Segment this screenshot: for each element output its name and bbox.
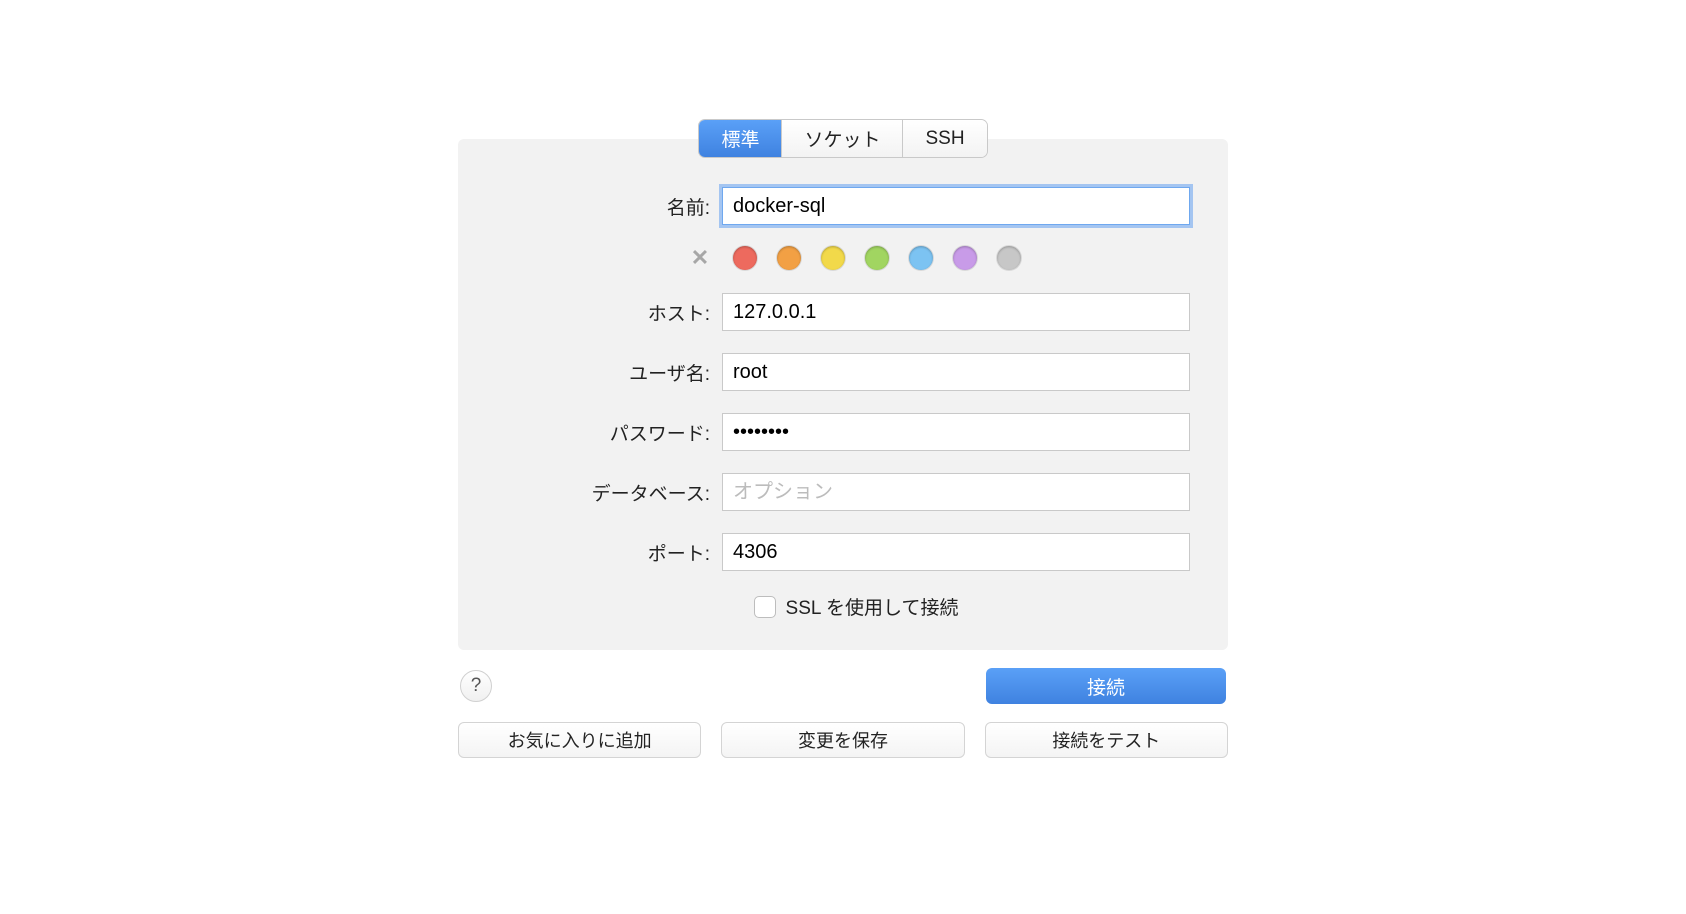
ssl-checkbox[interactable] [754,596,776,618]
segmented-control: 標準 ソケット SSH [699,120,986,157]
footer-secondary: お気に入りに追加 変更を保存 接続をテスト [458,722,1228,758]
port-row: ポート: [496,533,1190,571]
tab-ssh[interactable]: SSH [903,120,986,157]
connection-dialog: 標準 ソケット SSH 名前: ✕ ホスト: ユーザ名: [458,120,1228,758]
test-connection-button[interactable]: 接続をテスト [985,722,1228,758]
save-changes-button[interactable]: 変更を保存 [721,722,964,758]
color-yellow[interactable] [821,246,845,270]
database-row: データベース: [496,473,1190,511]
connect-button[interactable]: 接続 [986,668,1226,704]
color-gray[interactable] [997,246,1021,270]
name-input[interactable] [722,187,1190,225]
port-input[interactable] [722,533,1190,571]
footer-primary: ? 接続 [458,668,1228,704]
username-label: ユーザ名: [496,359,722,386]
host-label: ホスト: [496,299,722,326]
ssl-row: SSL を使用して接続 [496,593,1190,620]
color-red[interactable] [733,246,757,270]
username-row: ユーザ名: [496,353,1190,391]
tab-socket[interactable]: ソケット [782,120,903,157]
name-row: 名前: [496,187,1190,225]
help-button[interactable]: ? [460,670,492,702]
color-blue[interactable] [909,246,933,270]
color-purple[interactable] [953,246,977,270]
password-row: パスワード: [496,413,1190,451]
database-input[interactable] [722,473,1190,511]
host-input[interactable] [722,293,1190,331]
tab-bar: 標準 ソケット SSH [458,120,1228,157]
color-green[interactable] [865,246,889,270]
username-input[interactable] [722,353,1190,391]
password-input[interactable] [722,413,1190,451]
color-orange[interactable] [777,246,801,270]
color-picker-row: ✕ [496,245,1190,271]
tab-standard[interactable]: 標準 [699,120,782,157]
port-label: ポート: [496,539,722,566]
name-label: 名前: [496,193,722,220]
password-label: パスワード: [496,419,722,446]
database-label: データベース: [496,479,722,506]
host-row: ホスト: [496,293,1190,331]
clear-color-icon[interactable]: ✕ [691,245,709,271]
ssl-label: SSL を使用して接続 [786,593,959,620]
form-panel: 名前: ✕ ホスト: ユーザ名: パスワード: データベース: [458,139,1228,650]
add-favorite-button[interactable]: お気に入りに追加 [458,722,701,758]
